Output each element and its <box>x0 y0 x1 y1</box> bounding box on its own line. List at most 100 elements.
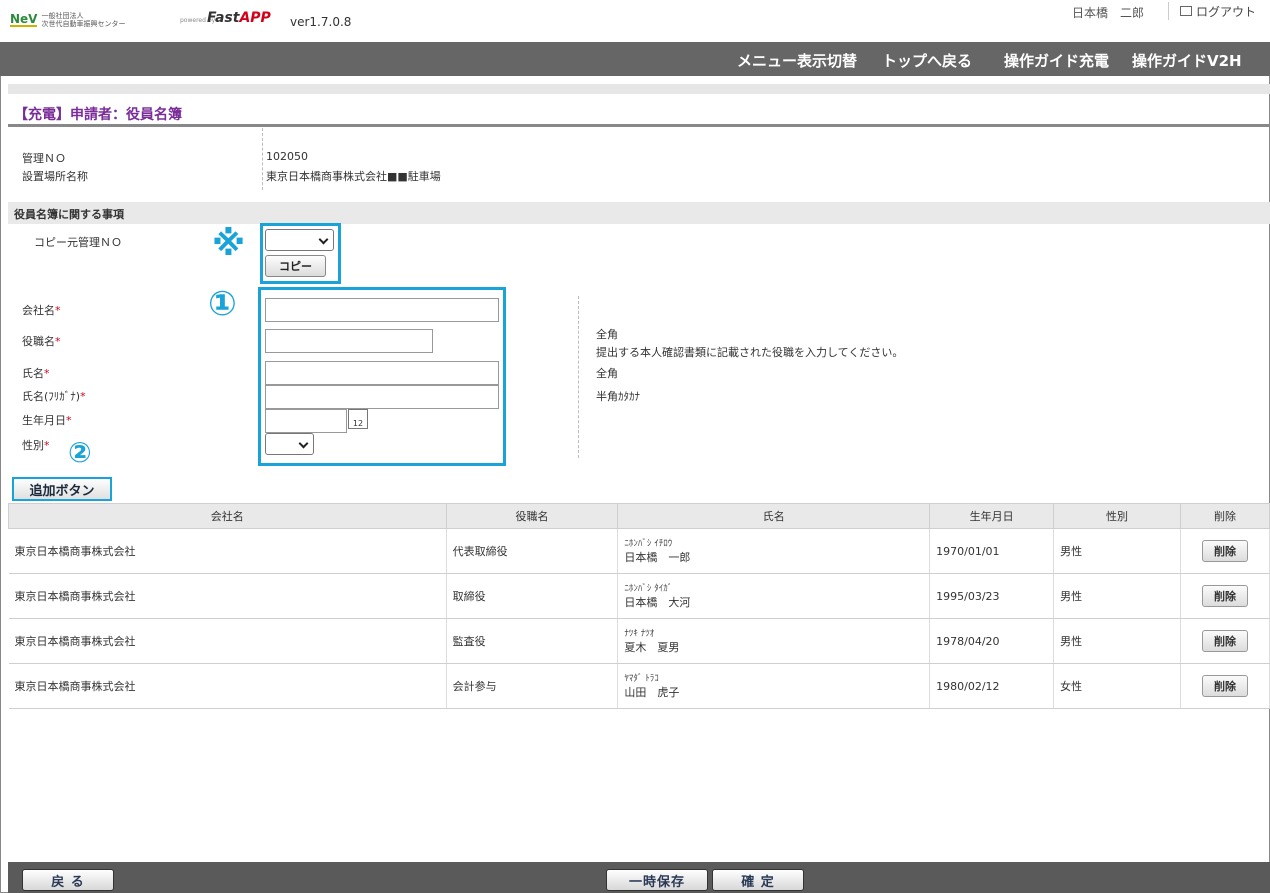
nav-guide-charging[interactable]: 操作ガイド充電 <box>1004 50 1109 71</box>
company-label: 会社名* <box>22 302 61 318</box>
gender-select[interactable] <box>265 433 314 455</box>
cell-name-kana: ﾆﾎﾝﾊﾞｼ ﾀｲｶﾞ <box>624 584 673 594</box>
app-header: NeV 一般社団法人 次世代自動車振興センター powered by FastA… <box>0 0 1270 42</box>
cell-name-kana: ﾆﾎﾝﾊﾞｼ ｲﾁﾛｳ <box>624 539 673 549</box>
col-position: 役職名 <box>445 503 619 529</box>
logout-icon <box>1179 6 1192 16</box>
cell-gender: 男性 <box>1053 618 1181 664</box>
birthdate-input[interactable] <box>265 409 347 433</box>
cell-name: ﾆﾎﾝﾊﾞｼ ｲﾁﾛｳ 日本橋 一郎 <box>617 528 931 574</box>
table-row: 東京日本橋商事株式会社 取締役 ﾆﾎﾝﾊﾞｼ ﾀｲｶﾞ 日本橋 大河 1995/0… <box>8 573 1270 619</box>
cell-company: 東京日本橋商事株式会社 <box>8 528 447 574</box>
name-kana-label-text: 氏名(ﾌﾘｶﾞﾅ) <box>22 390 81 403</box>
logout-button[interactable]: ログアウト <box>1168 2 1267 20</box>
table-header-row: 会社名 役職名 氏名 生年月日 性別 削除 <box>8 503 1270 529</box>
cell-name: ﾅﾂｷ ﾅﾂｵ 夏木 夏男 <box>617 618 931 664</box>
logo-org: 一般社団法人 次世代自動車振興センター <box>41 12 125 28</box>
table-row: 東京日本橋商事株式会社 監査役 ﾅﾂｷ ﾅﾂｵ 夏木 夏男 1978/04/20 … <box>8 618 1270 664</box>
add-button[interactable]: 追加ボタン <box>12 477 112 501</box>
delete-button[interactable]: 削除 <box>1201 540 1248 562</box>
section-header: 役員名簿に関する事項 <box>8 202 1270 224</box>
logout-label: ログアウト <box>1195 4 1256 19</box>
required-mark: * <box>44 439 50 452</box>
cell-gender: 女性 <box>1053 663 1181 709</box>
top-nav: メニュー表示切替 トップへ戻る 操作ガイド充電 操作ガイドV2H <box>0 42 1270 76</box>
copy-source-select[interactable] <box>265 229 334 251</box>
col-birthdate: 生年月日 <box>929 503 1055 529</box>
cell-delete: 削除 <box>1180 573 1270 619</box>
sub-bar <box>8 84 1270 94</box>
col-company: 会社名 <box>8 503 447 529</box>
help-position-1: 全角 <box>596 328 618 341</box>
cell-birthdate: 1978/04/20 <box>929 618 1055 664</box>
mark-1: ① <box>208 284 237 324</box>
delete-button[interactable]: 削除 <box>1201 675 1248 697</box>
table-row: 東京日本橋商事株式会社 代表取締役 ﾆﾎﾝﾊﾞｼ ｲﾁﾛｳ 日本橋 一郎 1970… <box>8 528 1270 574</box>
page-title: 【充電】申請者：役員名簿 <box>14 107 182 123</box>
gender-label-text: 性別 <box>22 439 44 452</box>
help-name: 全角 <box>596 367 618 380</box>
mgmt-no-label: 管理ＮＯ <box>22 152 66 165</box>
position-label-text: 役職名 <box>22 335 55 348</box>
info-divider <box>262 128 263 190</box>
product-accent: APP <box>239 10 271 26</box>
cell-name-kanji: 日本橋 大河 <box>624 596 691 609</box>
nav-back-to-top[interactable]: トップへ戻る <box>882 50 972 71</box>
cell-position: 代表取締役 <box>446 528 619 574</box>
cell-company: 東京日本橋商事株式会社 <box>8 618 447 664</box>
cell-birthdate: 1995/03/23 <box>929 573 1055 619</box>
cell-company: 東京日本橋商事株式会社 <box>8 663 447 709</box>
calendar-icon[interactable]: 12 <box>348 409 368 429</box>
delete-button[interactable]: 削除 <box>1201 630 1248 652</box>
section-title: 役員名簿に関する事項 <box>14 208 124 221</box>
cell-position: 監査役 <box>446 618 619 664</box>
cell-gender: 男性 <box>1053 573 1181 619</box>
mgmt-no-value: 102050 <box>266 150 308 163</box>
col-name: 氏名 <box>617 503 931 529</box>
required-mark: * <box>55 335 61 348</box>
col-delete: 削除 <box>1179 503 1270 529</box>
table-row: 東京日本橋商事株式会社 会計参与 ﾔﾏﾀﾞ ﾄﾗｺ 山田 虎子 1980/02/1… <box>8 663 1270 709</box>
copy-source-label: コピー元管理ＮＯ <box>34 236 122 249</box>
col-gender: 性別 <box>1053 503 1181 529</box>
logo-org-line2: 次世代自動車振興センター <box>41 20 126 28</box>
company-label-text: 会社名 <box>22 304 55 317</box>
help-divider <box>578 296 579 458</box>
birthdate-label-text: 生年月日 <box>22 414 66 427</box>
cell-name: ﾔﾏﾀﾞ ﾄﾗｺ 山田 虎子 <box>617 663 931 709</box>
name-label: 氏名* <box>22 365 50 381</box>
cell-name-kanji: 日本橋 一郎 <box>624 551 691 564</box>
help-kana: 半角ｶﾀｶﾅ <box>596 390 640 403</box>
nav-menu-toggle[interactable]: メニュー表示切替 <box>737 50 857 71</box>
fastapp-logo: FastAPP <box>207 10 271 26</box>
temp-save-button[interactable]: 一時保存 <box>606 869 708 891</box>
nav-guide-v2h[interactable]: 操作ガイドV2H <box>1132 50 1242 71</box>
name-kana-input[interactable] <box>265 385 499 409</box>
name-kana-label: 氏名(ﾌﾘｶﾞﾅ)* <box>22 388 86 404</box>
title-divider <box>8 124 1270 127</box>
officers-table: 会社名 役職名 氏名 生年月日 性別 削除 東京日本橋商事株式会社 代表取締役 … <box>8 503 1270 709</box>
confirm-button[interactable]: 確 定 <box>712 869 804 891</box>
cell-name-kanji: 山田 虎子 <box>624 686 680 699</box>
help-position-2: 提出する本人確認書類に記載された役職を入力してください。 <box>596 346 904 359</box>
copy-button[interactable]: コピー <box>265 255 326 277</box>
version-label: ver1.7.0.8 <box>290 15 352 29</box>
site-name-label: 設置場所名称 <box>22 170 88 183</box>
cell-name-kanji: 夏木 夏男 <box>624 641 680 654</box>
nev-logo: NeV 一般社団法人 次世代自動車振興センター <box>10 12 125 28</box>
name-label-text: 氏名 <box>22 367 44 380</box>
logo-org-line1: 一般社団法人 <box>41 12 84 20</box>
site-name-value: 東京日本橋商事株式会社■■駐車場 <box>266 170 441 183</box>
note-mark: ※ <box>212 224 246 264</box>
delete-button[interactable]: 削除 <box>1201 585 1248 607</box>
cell-name-kana: ﾔﾏﾀﾞ ﾄﾗｺ <box>624 674 659 684</box>
cell-name-kana: ﾅﾂｷ ﾅﾂｵ <box>624 629 655 639</box>
required-mark: * <box>66 414 72 427</box>
position-input[interactable] <box>265 329 433 353</box>
name-input[interactable] <box>265 361 499 385</box>
company-input[interactable] <box>265 298 499 322</box>
user-name: 日本橋 二郎 <box>1072 6 1145 20</box>
required-mark: * <box>55 304 61 317</box>
required-mark: * <box>44 367 50 380</box>
back-button[interactable]: 戻 る <box>22 869 114 891</box>
